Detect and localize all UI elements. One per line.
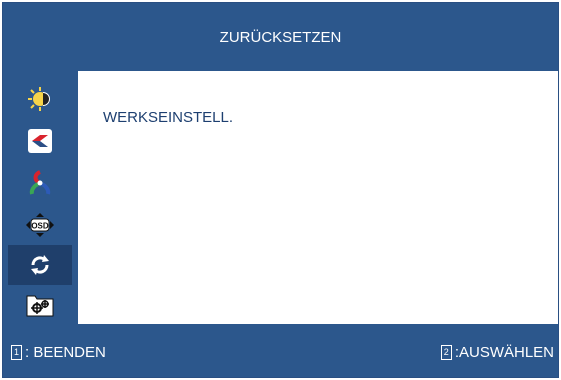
sidebar-item-image[interactable] (8, 121, 72, 161)
menu-header: ZURÜCKSETZEN (3, 3, 558, 71)
exit-hint: 1 : BEENDEN (11, 344, 106, 361)
factory-reset-option[interactable]: WERKSEINSTELL. (103, 109, 233, 126)
osd-settings-icon: OSD (26, 213, 54, 237)
sidebar: OSD (3, 71, 78, 324)
osd-icon-label: OSD (31, 222, 49, 231)
color-icon (29, 170, 51, 195)
content-panel: WERKSEINSTELL. (78, 71, 558, 324)
sidebar-item-osd[interactable]: OSD (8, 205, 72, 245)
footer-bar: 1 : BEENDEN 2 :AUSWÄHLEN (3, 324, 558, 377)
menu-title: ZURÜCKSETZEN (219, 28, 342, 46)
extra-settings-icon (26, 295, 54, 317)
key-2-icon: 2 (440, 345, 452, 360)
sidebar-item-extra[interactable] (8, 285, 72, 325)
select-label: :AUSWÄHLEN (454, 344, 554, 361)
sidebar-item-color[interactable] (8, 163, 72, 203)
brightness-contrast-icon (28, 87, 50, 111)
osd-menu: ZURÜCKSETZEN OSD WERKSEINSTELL. 1: BEEN… (2, 2, 559, 378)
sidebar-item-brightness[interactable] (8, 79, 72, 119)
sidebar-item-reset[interactable] (8, 245, 72, 285)
select-hint: 2 :AUSWÄHLEN (440, 344, 554, 361)
key-1-icon: 1 (11, 345, 22, 360)
reset-icon (31, 255, 49, 275)
image-adjust-icon (28, 129, 52, 153)
exit-label: : BEENDEN (25, 344, 106, 361)
